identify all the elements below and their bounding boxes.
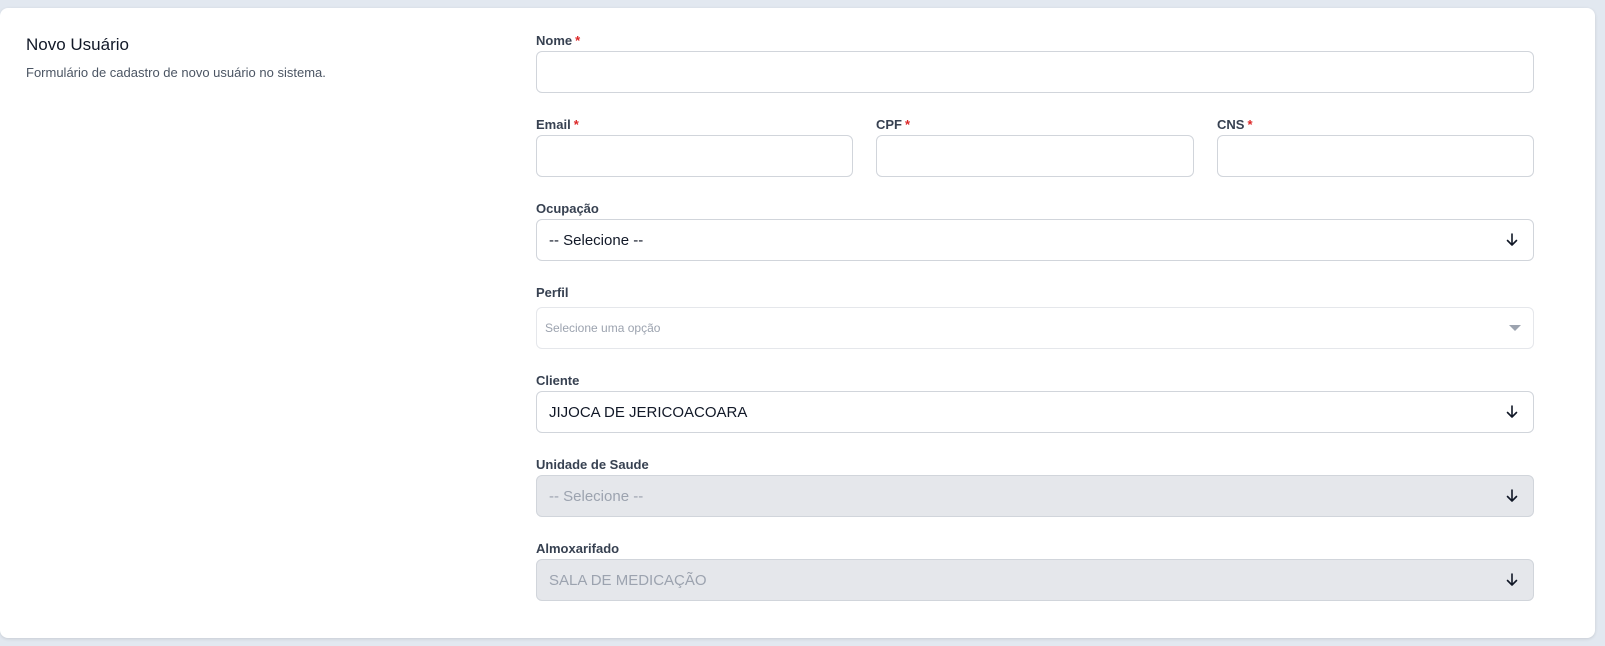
cliente-selected-value: JIJOCA DE JERICOACOARA <box>549 403 748 421</box>
form-intro: Novo Usuário Formulário de cadastro de n… <box>26 34 506 82</box>
cns-input[interactable] <box>1217 135 1534 177</box>
almoxarifado-select: SALA DE MEDICAÇÃO <box>536 559 1534 601</box>
nome-label-text: Nome <box>536 33 573 48</box>
email-label: Email * <box>536 117 579 133</box>
perfil-label: Perfil <box>536 285 569 300</box>
nome-label: Nome * <box>536 33 580 49</box>
arrow-down-icon <box>1505 572 1519 588</box>
ocupacao-select[interactable]: -- Selecione -- <box>536 219 1534 261</box>
cliente-select[interactable]: JIJOCA DE JERICOACOARA <box>536 391 1534 433</box>
required-mark: * <box>1247 117 1253 132</box>
required-mark: * <box>575 33 581 48</box>
ocupacao-label: Ocupação <box>536 201 599 216</box>
unidade-saude-selected-value: -- Selecione -- <box>549 487 644 505</box>
cliente-label: Cliente <box>536 373 580 388</box>
arrow-down-icon <box>1505 404 1519 420</box>
arrow-down-icon <box>1505 488 1519 504</box>
cns-label: CNS * <box>1217 117 1253 133</box>
email-input[interactable] <box>536 135 853 177</box>
ocupacao-selected-value: -- Selecione -- <box>549 231 644 249</box>
arrow-down-icon <box>1505 232 1519 248</box>
cpf-input[interactable] <box>876 135 1194 177</box>
almoxarifado-label: Almoxarifado <box>536 541 620 556</box>
form-card: Novo Usuário Formulário de cadastro de n… <box>0 8 1595 638</box>
perfil-placeholder: Selecione uma opção <box>545 321 661 335</box>
cpf-label-text: CPF <box>876 117 902 132</box>
unidade-saude-label: Unidade de Saude <box>536 457 649 472</box>
perfil-select[interactable]: Selecione uma opção <box>536 307 1534 349</box>
required-mark: * <box>905 117 911 132</box>
cpf-label: CPF * <box>876 117 910 133</box>
form-description: Formulário de cadastro de novo usuário n… <box>26 65 326 80</box>
caret-down-icon <box>1509 325 1521 331</box>
email-label-text: Email <box>536 117 571 132</box>
required-mark: * <box>573 117 579 132</box>
almoxarifado-selected-value: SALA DE MEDICAÇÃO <box>549 571 707 589</box>
nome-input[interactable] <box>536 51 1534 93</box>
cns-label-text: CNS <box>1217 117 1245 132</box>
form-title: Novo Usuário <box>26 35 129 54</box>
unidade-saude-select: -- Selecione -- <box>536 475 1534 517</box>
